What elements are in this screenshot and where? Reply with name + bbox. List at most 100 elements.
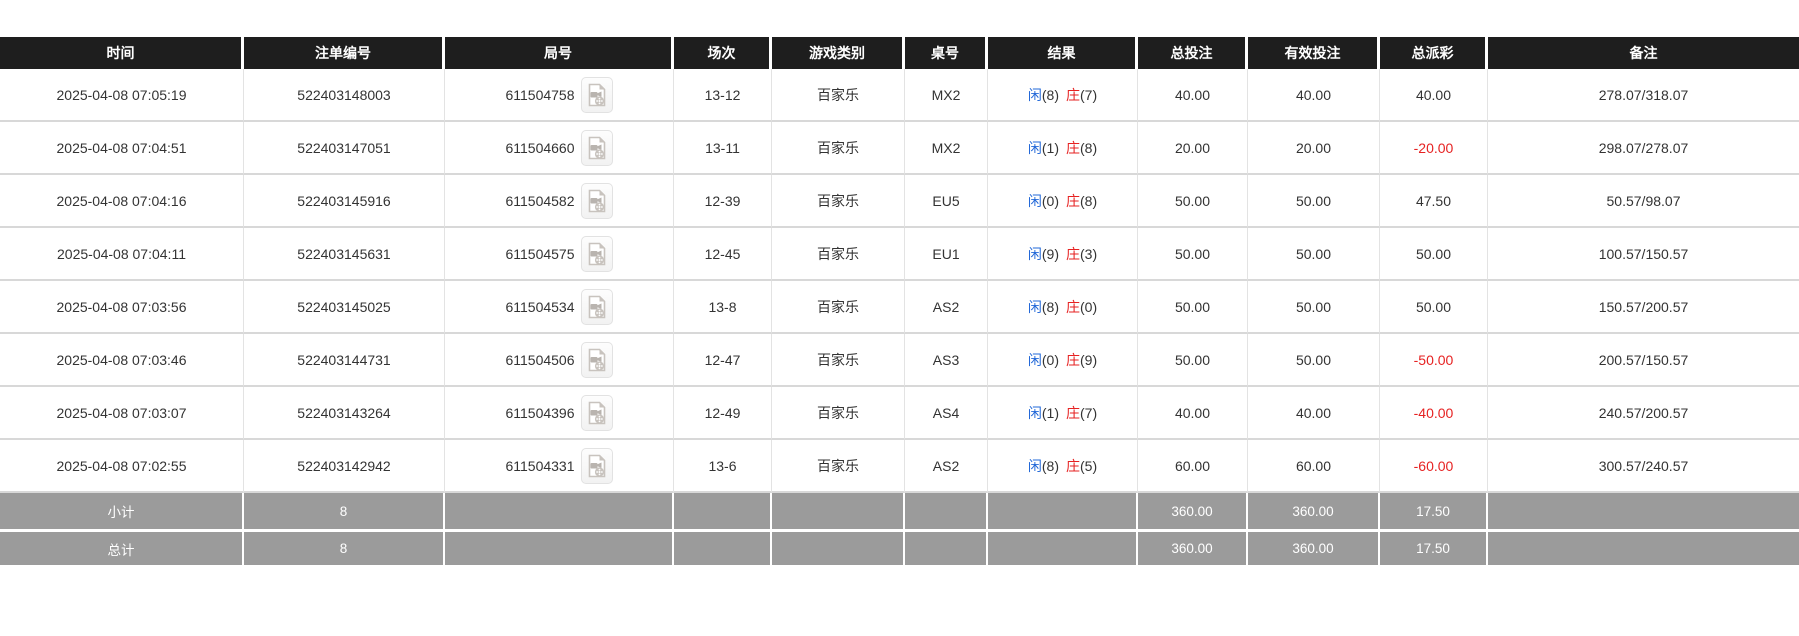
cell-round-no: 611504660 <box>445 122 674 175</box>
result-banker-points: (0) <box>1080 298 1098 315</box>
result-player-points: (8) <box>1041 298 1059 315</box>
video-file-icon <box>588 83 605 106</box>
grand-total-label: 总计 <box>0 529 244 565</box>
cell-session: 12-39 <box>674 175 772 228</box>
video-file-icon <box>588 454 605 477</box>
result-banker-label: 庄 <box>1066 192 1080 209</box>
cell-result: 闲(8) 庄(5) <box>988 440 1138 493</box>
grand-total-valid-bet: 360.00 <box>1248 529 1380 565</box>
header-time: 时间 <box>0 37 244 69</box>
cell-round-no: 611504758 <box>445 69 674 122</box>
header-payout: 总派彩 <box>1380 37 1488 69</box>
cell-remark: 150.57/200.57 <box>1488 281 1799 334</box>
cell-game-type: 百家乐 <box>772 175 905 228</box>
cell-table-no: AS2 <box>905 440 988 493</box>
cell-session: 13-11 <box>674 122 772 175</box>
result-banker-label: 庄 <box>1066 298 1080 315</box>
cell-round-no: 611504582 <box>445 175 674 228</box>
result-banker-label: 庄 <box>1066 351 1080 368</box>
table-row: 2025-04-08 07:02:55 522403142942 611504331… <box>0 440 1799 493</box>
cell-remark: 50.57/98.07 <box>1488 175 1799 228</box>
grand-total-count: 8 <box>244 529 445 565</box>
header-total-bet: 总投注 <box>1138 37 1248 69</box>
table-row: 2025-04-08 07:05:19 522403148003 611504758… <box>0 69 1799 122</box>
cell-game-type: 百家乐 <box>772 387 905 440</box>
round-number: 611504660 <box>505 139 575 156</box>
cell-bet-id: 522403144731 <box>244 334 445 387</box>
cell-payout: -20.00 <box>1380 122 1488 175</box>
cell-total-bet: 50.00 <box>1138 334 1248 387</box>
cell-total-bet: 40.00 <box>1138 69 1248 122</box>
cell-time: 2025-04-08 07:05:19 <box>0 69 244 122</box>
grand-total-total-bet: 360.00 <box>1138 529 1248 565</box>
round-number: 611504575 <box>505 245 575 262</box>
video-replay-button[interactable] <box>580 235 613 272</box>
cell-session: 13-12 <box>674 69 772 122</box>
cell-session: 12-45 <box>674 228 772 281</box>
cell-valid-bet: 40.00 <box>1248 69 1380 122</box>
cell-game-type: 百家乐 <box>772 122 905 175</box>
result-banker-label: 庄 <box>1066 457 1080 474</box>
grand-total-row: 总计 8 360.00 360.00 17.50 <box>0 529 1799 565</box>
cell-valid-bet: 20.00 <box>1248 122 1380 175</box>
cell-round-no: 611504575 <box>445 228 674 281</box>
table-row: 2025-04-08 07:04:11 522403145631 611504575… <box>0 228 1799 281</box>
cell-remark: 100.57/150.57 <box>1488 228 1799 281</box>
cell-bet-id: 522403145025 <box>244 281 445 334</box>
cell-bet-id: 522403147051 <box>244 122 445 175</box>
subtotal-label: 小计 <box>0 493 244 529</box>
subtotal-row: 小计 8 360.00 360.00 17.50 <box>0 493 1799 529</box>
cell-bet-id: 522403145631 <box>244 228 445 281</box>
cell-time: 2025-04-08 07:04:11 <box>0 228 244 281</box>
header-game-type: 游戏类别 <box>772 37 905 69</box>
video-replay-button[interactable] <box>580 182 613 219</box>
video-replay-button[interactable] <box>580 394 613 431</box>
subtotal-total-bet: 360.00 <box>1138 493 1248 529</box>
cell-total-bet: 50.00 <box>1138 228 1248 281</box>
result-banker-label: 庄 <box>1066 404 1080 421</box>
video-file-icon <box>588 242 605 265</box>
video-replay-button[interactable] <box>580 341 613 378</box>
table-row: 2025-04-08 07:04:16 522403145916 611504582… <box>0 175 1799 228</box>
round-number: 611504534 <box>505 298 575 315</box>
cell-result: 闲(9) 庄(3) <box>988 228 1138 281</box>
table-row: 2025-04-08 07:04:51 522403147051 611504660… <box>0 122 1799 175</box>
table-row: 2025-04-08 07:03:07 522403143264 611504396… <box>0 387 1799 440</box>
cell-valid-bet: 50.00 <box>1248 175 1380 228</box>
header-session: 场次 <box>674 37 772 69</box>
result-player-label: 闲 <box>1027 404 1042 421</box>
cell-time: 2025-04-08 07:04:16 <box>0 175 244 228</box>
video-replay-button[interactable] <box>580 129 613 166</box>
cell-table-no: AS3 <box>905 334 988 387</box>
grand-total-payout: 17.50 <box>1380 529 1488 565</box>
subtotal-valid-bet: 360.00 <box>1248 493 1380 529</box>
result-banker-label: 庄 <box>1066 86 1080 103</box>
result-player-points: (1) <box>1041 139 1059 156</box>
cell-payout: -40.00 <box>1380 387 1488 440</box>
result-player-label: 闲 <box>1027 245 1042 262</box>
result-player-points: (1) <box>1041 404 1059 421</box>
cell-table-no: AS4 <box>905 387 988 440</box>
cell-result: 闲(0) 庄(9) <box>988 334 1138 387</box>
result-banker-label: 庄 <box>1066 245 1080 262</box>
cell-result: 闲(1) 庄(8) <box>988 122 1138 175</box>
cell-game-type: 百家乐 <box>772 228 905 281</box>
result-banker-points: (9) <box>1080 351 1098 368</box>
result-player-points: (8) <box>1041 86 1059 103</box>
round-number: 611504582 <box>505 192 575 209</box>
cell-remark: 300.57/240.57 <box>1488 440 1799 493</box>
result-player-label: 闲 <box>1027 139 1042 156</box>
cell-session: 12-47 <box>674 334 772 387</box>
bet-history-table: 时间 注单编号 局号 场次 游戏类别 桌号 结果 总投注 有效投注 总派彩 备注… <box>0 37 1799 565</box>
video-replay-button[interactable] <box>580 76 613 113</box>
cell-total-bet: 40.00 <box>1138 387 1248 440</box>
cell-round-no: 611504534 <box>445 281 674 334</box>
video-replay-button[interactable] <box>580 447 613 484</box>
header-bet-id: 注单编号 <box>244 37 445 69</box>
result-banker-label: 庄 <box>1066 139 1080 156</box>
round-number: 611504506 <box>505 351 575 368</box>
result-banker-points: (8) <box>1080 139 1098 156</box>
cell-payout: -50.00 <box>1380 334 1488 387</box>
video-replay-button[interactable] <box>580 288 613 325</box>
cell-session: 13-8 <box>674 281 772 334</box>
